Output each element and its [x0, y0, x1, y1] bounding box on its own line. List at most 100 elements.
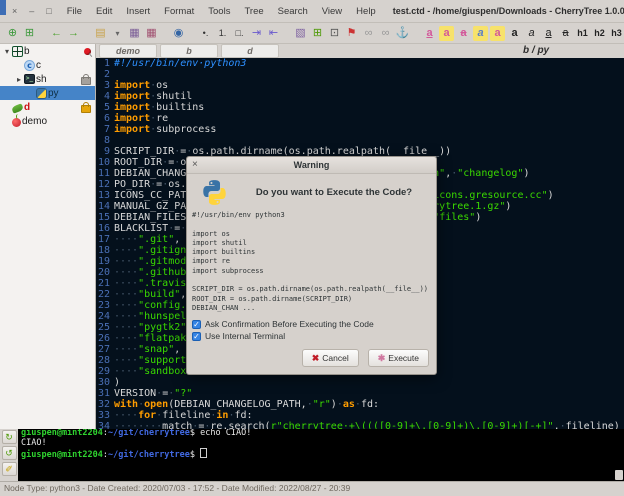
menu-help[interactable]: Help — [351, 4, 381, 19]
line-number: 15 — [96, 212, 110, 223]
checkbox-icon[interactable]: ✓ — [192, 332, 201, 341]
restart-terminal-icon[interactable]: ↻ — [2, 430, 17, 444]
maximize-button[interactable]: □ — [46, 6, 51, 16]
save-icon[interactable]: ▦ — [127, 26, 142, 41]
menu-tools[interactable]: Tools — [203, 4, 235, 19]
line-number: 27 — [96, 344, 110, 355]
line-number: 14 — [96, 201, 110, 212]
insert-codebox-icon[interactable]: ⊡ — [327, 26, 342, 41]
bookmark-demo[interactable]: demo — [99, 44, 157, 58]
bold-icon[interactable]: a — [507, 26, 522, 41]
tree-node-label: py — [48, 88, 59, 99]
line-number: 9 — [96, 146, 110, 157]
latest-style-blue-icon[interactable]: a — [473, 26, 488, 41]
preview-line: import os — [192, 230, 431, 239]
execute-button[interactable]: ✱Execute — [368, 349, 429, 367]
italic-icon[interactable]: a — [524, 26, 539, 41]
numbered-list-icon[interactable]: 1. — [215, 26, 230, 41]
open-file-caret-icon[interactable]: ▾ — [110, 26, 125, 41]
insert-image-icon[interactable]: ▧ — [293, 26, 308, 41]
tree-node-b[interactable]: ▾b — [0, 44, 95, 58]
fg-color-icon[interactable]: a — [422, 26, 437, 41]
dialog-actions: ✖Cancel ✱Execute — [187, 342, 436, 374]
tree-node-sh[interactable]: ▸sh — [0, 72, 95, 86]
menu-edit[interactable]: Edit — [91, 4, 117, 19]
execute-code-icon[interactable]: ⚑ — [344, 26, 359, 41]
clear-format-icon[interactable]: a — [456, 26, 471, 41]
checkbox-icon[interactable]: ✓ — [192, 320, 201, 329]
new-subnode-icon[interactable]: ⊞ — [22, 26, 37, 41]
tree-node-py[interactable]: py — [0, 86, 95, 100]
bookmark-b[interactable]: b — [160, 44, 218, 58]
latest-style-pink-icon[interactable]: a — [490, 26, 505, 41]
find-icon[interactable]: ◉ — [171, 26, 186, 41]
save-as-icon[interactable]: ▦ — [144, 26, 159, 41]
indent-more-icon[interactable]: ⇥ — [249, 26, 264, 41]
preview-line: import re — [192, 257, 431, 266]
terminal[interactable]: giuspen@mint2204:~/git/cherrytree$ echo … — [18, 429, 624, 481]
open-file-icon[interactable]: ▤ — [93, 26, 108, 41]
checkbox-row: ✓Use Internal Terminal — [192, 330, 431, 342]
strikethrough-icon[interactable]: a — [558, 26, 573, 41]
h3-icon[interactable]: h3 — [609, 26, 624, 41]
code-line: 2 — [96, 69, 624, 80]
lock-grey-icon — [81, 77, 91, 85]
titlebar: × – □ File Edit Insert Format Tools Tree Search V… — [0, 0, 624, 23]
menu-view[interactable]: View — [317, 4, 347, 19]
h2-icon[interactable]: h2 — [592, 26, 607, 41]
new-node-icon[interactable]: ⊕ — [5, 26, 20, 41]
clear-terminal-icon[interactable]: ✐ — [2, 462, 17, 476]
line-number: 4 — [96, 91, 110, 102]
line-number: 24 — [96, 311, 110, 322]
terminal-line: giuspen@mint2204:~/git/cherrytree$ echo … — [18, 429, 624, 439]
terminal-line: CIAO! — [18, 439, 624, 449]
checkbox-label: Ask Confirmation Before Executing the Co… — [205, 319, 374, 329]
cherry-icon — [12, 118, 21, 127]
go-forward-icon[interactable]: → — [66, 26, 81, 41]
tree-node-d[interactable]: d — [0, 100, 95, 114]
leaf-icon — [11, 103, 24, 113]
indent-less-icon[interactable]: ⇤ — [266, 26, 281, 41]
terminal-icon — [24, 74, 35, 84]
menu-file[interactable]: File — [62, 4, 87, 19]
menu-search[interactable]: Search — [273, 4, 313, 19]
insert-table-icon[interactable]: ⊞ — [310, 26, 325, 41]
reset-terminal-icon[interactable]: ↺ — [2, 446, 17, 460]
python-icon — [36, 88, 47, 99]
menu-format[interactable]: Format — [159, 4, 199, 19]
menu-insert[interactable]: Insert — [121, 4, 155, 19]
checkbox-row: ✓ Ask Confirmation Before Executing the C… — [192, 318, 431, 330]
bg-color-icon[interactable]: a — [439, 26, 454, 41]
bookmark-d[interactable]: d — [221, 44, 279, 58]
menu-tree[interactable]: Tree — [239, 4, 268, 19]
code-line: 6import·re — [96, 113, 624, 124]
underline-icon[interactable]: a — [541, 26, 556, 41]
preview-line: import shutil — [192, 239, 431, 248]
dialog-titlebar: × Warning — [187, 157, 436, 174]
edit-link-icon[interactable]: ∞ — [378, 26, 393, 41]
minimize-button[interactable]: – — [29, 6, 34, 16]
code-line: 34········match·=·re.search(r"cherrytree… — [96, 421, 624, 429]
line-number: 13 — [96, 190, 110, 201]
line-number: 6 — [96, 113, 110, 124]
todo-list-icon[interactable]: □. — [232, 26, 247, 41]
expander-icon[interactable]: ▾ — [2, 47, 12, 56]
toolbar: ⊕⊞←→▤▾▦▦◉•.1.□.⇥⇤▧⊞⊡⚑∞∞⚓aaaaaaaaah1h2h3s… — [0, 23, 624, 44]
dialog-code-preview: #!/usr/bin/env python3 import osimport s… — [187, 207, 436, 315]
insert-link-icon[interactable]: ∞ — [361, 26, 376, 41]
line-number: 3 — [96, 80, 110, 91]
dialog-title: Warning — [187, 157, 436, 173]
preview-line: DEBIAN_CHAN ... — [192, 304, 431, 313]
insert-anchor-icon[interactable]: ⚓ — [395, 26, 410, 41]
tree-node-c[interactable]: c — [0, 58, 95, 72]
close-button[interactable]: × — [12, 6, 17, 16]
h1-icon[interactable]: h1 — [575, 26, 590, 41]
terminal-scrollbar[interactable] — [615, 470, 623, 480]
tree-node-demo[interactable]: demo — [0, 114, 95, 128]
bullet-list-icon[interactable]: •. — [198, 26, 213, 41]
go-back-icon[interactable]: ← — [49, 26, 64, 41]
preview-line: ROOT_DIR = os.path.dirname(SCRIPT_DIR) — [192, 295, 431, 304]
cancel-button[interactable]: ✖Cancel — [302, 349, 359, 367]
line-number: 25 — [96, 322, 110, 333]
expander-icon[interactable]: ▸ — [14, 75, 24, 84]
